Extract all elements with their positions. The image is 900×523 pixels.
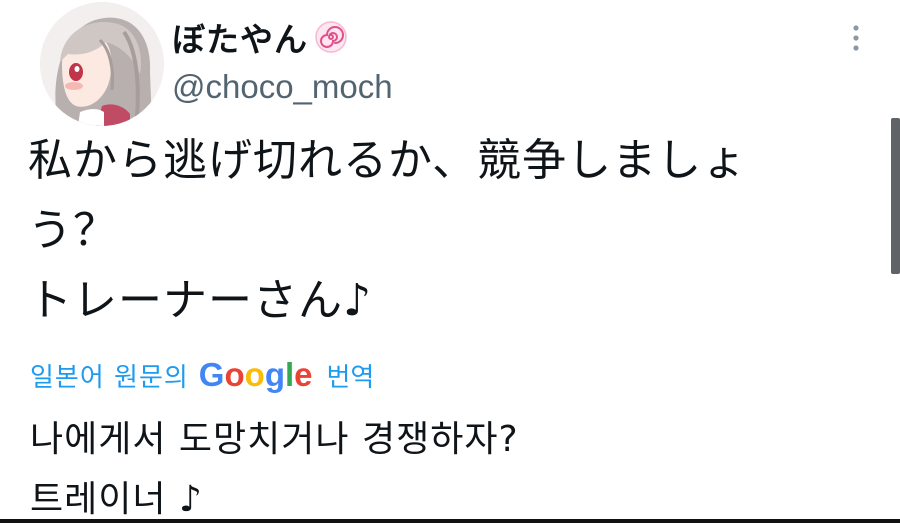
google-letter: l <box>284 356 295 393</box>
google-letter: o <box>224 356 245 393</box>
translate-suffix: 번역 <box>326 362 375 393</box>
google-logo: Google <box>199 356 313 394</box>
scrollbar-thumb[interactable] <box>891 118 900 274</box>
tweet-line: う？ <box>28 205 118 256</box>
google-letter: e <box>294 356 313 393</box>
user-handle[interactable]: @choco_moch <box>172 68 393 106</box>
more-options-button[interactable] <box>838 16 874 60</box>
bottom-divider <box>0 519 900 523</box>
avatar-illustration <box>40 2 164 126</box>
translate-prefix: 일본어 원문의 <box>30 362 189 393</box>
google-letter: g <box>264 356 285 393</box>
spiral-emoji-icon <box>314 20 348 54</box>
google-letter: G <box>198 356 225 393</box>
translated-line: 나에게서 도망치거나 경쟁하자? <box>30 419 519 460</box>
more-vertical-icon <box>853 25 859 51</box>
google-letter: o <box>244 356 265 393</box>
avatar[interactable] <box>40 2 164 126</box>
translated-by-google-link[interactable]: 일본어 원문의 Google 번역 <box>30 350 374 400</box>
translated-line: 트레이너 ♪ <box>30 479 203 520</box>
display-name[interactable]: ぼたやん <box>172 13 308 61</box>
tweet-detail-screen: ぼたやん @choco_moch 私から逃げ切れるか、競争しましょ う？ トレー… <box>0 0 900 523</box>
tweet-line: トレーナーさん♪ <box>28 275 373 326</box>
author-name-row[interactable]: ぼたやん <box>172 12 348 62</box>
tweet-line: 私から逃げ切れるか、競争しましょ <box>28 135 748 186</box>
tweet-text: 私から逃げ切れるか、競争しましょ う？ トレーナーさん♪ <box>28 126 868 336</box>
translated-text: 나에게서 도망치거나 경쟁하자? 트레이너 ♪ <box>30 410 870 523</box>
